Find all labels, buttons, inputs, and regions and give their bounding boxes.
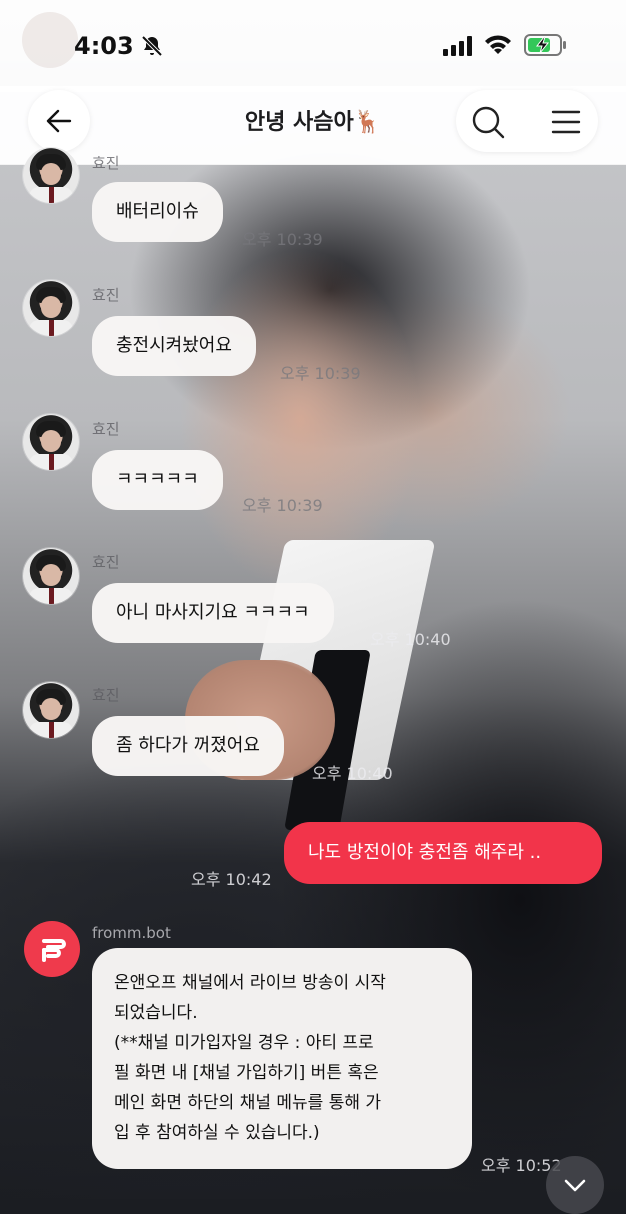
avatar[interactable]	[23, 280, 79, 336]
bot-message-line: (**채널 미가입자일 경우 : 아티 프로	[114, 1033, 374, 1053]
message-time: 오후 10:39	[242, 496, 323, 515]
sender-name: 효진	[92, 553, 120, 571]
bot-message-line: 메인 화면 하단의 채널 메뉴를 통해 가	[114, 1093, 382, 1113]
bot-sender-name: fromm.bot	[92, 924, 171, 942]
sender-name: 효진	[92, 420, 120, 438]
bot-message-line: 온앤오프 채널에서 라이브 방송이 시작	[114, 973, 386, 993]
faded-avatar	[22, 12, 78, 68]
wifi-icon	[485, 35, 511, 54]
avatar[interactable]	[23, 682, 79, 738]
message-bubble[interactable]: ㅋㅋㅋㅋㅋ	[92, 450, 223, 510]
my-message-time: 오후 10:42	[191, 870, 272, 889]
status-bar: 4:03	[0, 0, 626, 92]
message-time: 오후 10:39	[280, 364, 361, 383]
chevron-down-icon	[564, 1179, 586, 1192]
bot-message-line: 필 화면 내 [채널 가입하기] 버튼 혹은	[114, 1063, 379, 1083]
header-actions	[456, 90, 598, 152]
bot-message-line: 되었습니다.	[114, 1003, 198, 1023]
avatar[interactable]	[23, 414, 79, 470]
message-time: 오후 10:40	[312, 764, 393, 783]
battery-charging-icon	[524, 34, 566, 56]
bot-message-line: 입 후 참여하실 수 있습니다.)	[114, 1123, 320, 1143]
avatar[interactable]	[23, 548, 79, 604]
search-icon[interactable]	[470, 104, 506, 140]
message-time: 오후 10:39	[242, 230, 323, 249]
message-bubble[interactable]: 배터리이슈	[92, 182, 223, 242]
scroll-to-bottom-button[interactable]	[546, 1156, 604, 1214]
avatar[interactable]	[23, 147, 79, 203]
sender-name: 효진	[92, 286, 120, 304]
menu-icon[interactable]	[548, 104, 584, 140]
my-message-bubble[interactable]: 나도 방전이야 충전좀 해주라 ..	[284, 822, 602, 884]
fromm-logo-icon	[42, 939, 66, 962]
message-bubble[interactable]: 좀 하다가 꺼졌어요	[92, 716, 284, 776]
signal-icon	[443, 36, 472, 56]
sender-name: 효진	[92, 154, 120, 172]
bot-message-bubble[interactable]: 온앤오프 채널에서 라이브 방송이 시작 되었습니다. (**채널 미가입자일 …	[92, 948, 472, 1169]
status-time: 4:03	[74, 32, 134, 60]
bell-muted-icon	[141, 35, 163, 57]
message-bubble[interactable]: 아니 마사지기요 ㅋㅋㅋㅋ	[92, 583, 334, 643]
message-bubble[interactable]: 충전시켜놨어요	[92, 316, 256, 376]
bot-avatar[interactable]	[24, 921, 80, 977]
sender-name: 효진	[92, 686, 120, 704]
message-time: 오후 10:40	[370, 630, 451, 649]
